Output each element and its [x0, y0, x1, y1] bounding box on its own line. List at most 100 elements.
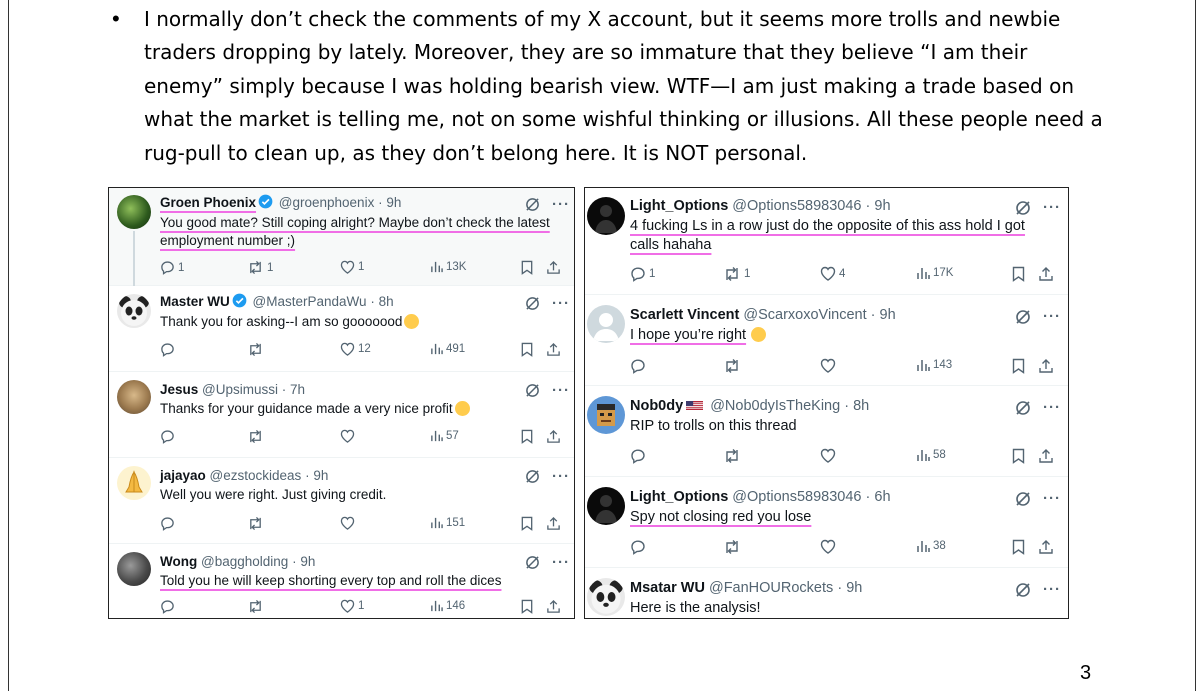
views-button[interactable]: 491 [430, 342, 465, 355]
avatar[interactable] [587, 578, 625, 616]
grok-icon[interactable] [525, 197, 540, 212]
timestamp[interactable]: 7h [290, 382, 305, 397]
reply-tweet[interactable]: Master WU @MasterPandaWu · 8h ··· Thank … [109, 286, 574, 372]
share-icon[interactable] [1038, 539, 1054, 555]
timestamp[interactable]: 9h [313, 468, 328, 483]
share-icon[interactable] [546, 429, 561, 444]
like-button[interactable] [340, 516, 358, 530]
author-handle[interactable]: @ezstockideas [210, 468, 302, 483]
avatar[interactable] [117, 380, 151, 414]
repost-button[interactable] [723, 448, 744, 464]
author-name[interactable]: Light_Options [630, 198, 728, 214]
views-button[interactable]: 13K [430, 260, 466, 273]
views-button[interactable]: 38 [916, 539, 946, 553]
repost-button[interactable] [723, 358, 744, 374]
author-name[interactable]: Light_Options [630, 489, 728, 505]
reply-tweet[interactable]: Msatar WU @FanHOURockets · 9h ··· Here i… [585, 568, 1068, 618]
author-handle[interactable]: @baggholding [201, 554, 288, 569]
timestamp[interactable]: 9h [386, 195, 401, 210]
more-options-icon[interactable]: ··· [1043, 309, 1061, 324]
reply-button[interactable] [160, 516, 178, 531]
avatar[interactable] [117, 552, 151, 586]
bookmark-icon[interactable] [1011, 266, 1026, 282]
author-name[interactable]: Wong [160, 554, 197, 569]
author-handle[interactable]: @Upsimussi [202, 382, 278, 397]
like-button[interactable]: 1 [340, 599, 364, 613]
author-handle[interactable]: @ScarxoxoVincent [743, 307, 866, 323]
reply-button[interactable] [160, 429, 178, 444]
author-name[interactable]: Groen Phoenix [160, 195, 256, 210]
author-handle[interactable]: @Options58983046 [732, 198, 861, 214]
author-name[interactable]: jajayao [160, 468, 206, 483]
views-button[interactable]: 58 [916, 448, 946, 462]
reply-button[interactable] [630, 358, 649, 374]
grok-icon[interactable] [525, 296, 540, 311]
like-button[interactable] [820, 448, 839, 463]
repost-button[interactable] [723, 539, 744, 555]
author-name[interactable]: Jesus [160, 382, 198, 397]
reply-button[interactable] [630, 448, 649, 464]
grok-icon[interactable] [525, 555, 540, 570]
views-button[interactable]: 146 [430, 599, 465, 612]
repost-button[interactable] [247, 429, 267, 444]
share-icon[interactable] [1038, 358, 1054, 374]
bookmark-icon[interactable] [520, 599, 534, 614]
author-name[interactable]: Scarlett Vincent [630, 307, 739, 323]
timestamp[interactable]: 9h [874, 198, 890, 214]
like-button[interactable]: 4 [820, 266, 845, 281]
more-options-icon[interactable]: ··· [552, 197, 570, 212]
grok-icon[interactable] [1015, 309, 1031, 325]
author-name[interactable]: Nob0dy [630, 398, 683, 414]
share-icon[interactable] [546, 260, 561, 275]
author-name[interactable]: Master WU [160, 294, 230, 309]
reply-tweet[interactable]: Groen Phoenix @groenphoenix · 9h ··· You… [109, 188, 574, 286]
author-handle[interactable]: @MasterPandaWu [253, 294, 367, 309]
more-options-icon[interactable]: ··· [552, 469, 570, 484]
share-icon[interactable] [546, 599, 561, 614]
reply-button[interactable]: 1 [160, 260, 184, 275]
bookmark-icon[interactable] [520, 516, 534, 531]
grok-icon[interactable] [1015, 491, 1031, 507]
avatar[interactable] [587, 487, 625, 525]
timestamp[interactable]: 6h [874, 489, 890, 505]
author-handle[interactable]: @groenphoenix [279, 195, 375, 210]
bookmark-icon[interactable] [520, 260, 534, 275]
avatar[interactable] [117, 294, 151, 328]
bookmark-icon[interactable] [520, 342, 534, 357]
more-options-icon[interactable]: ··· [552, 555, 570, 570]
reply-tweet[interactable]: Light_Options @Options58983046 · 9h ··· … [585, 188, 1068, 295]
more-options-icon[interactable]: ··· [1043, 582, 1061, 597]
avatar[interactable] [587, 305, 625, 343]
like-button[interactable] [340, 429, 358, 443]
share-icon[interactable] [546, 516, 561, 531]
like-button[interactable] [820, 539, 839, 554]
timestamp[interactable]: 9h [300, 554, 315, 569]
more-options-icon[interactable]: ··· [1043, 491, 1061, 506]
like-button[interactable] [820, 358, 839, 373]
repost-button[interactable] [247, 599, 267, 614]
repost-button[interactable] [247, 516, 267, 531]
avatar[interactable] [587, 396, 625, 434]
like-button[interactable]: 12 [340, 342, 371, 356]
reply-tweet[interactable]: Scarlett Vincent @ScarxoxoVincent · 9h ·… [585, 295, 1068, 386]
views-button[interactable]: 143 [916, 358, 952, 372]
avatar[interactable] [117, 466, 151, 500]
timestamp[interactable]: 8h [379, 294, 394, 309]
avatar[interactable] [117, 195, 151, 229]
more-options-icon[interactable]: ··· [1043, 200, 1061, 215]
author-handle[interactable]: @Options58983046 [732, 489, 861, 505]
grok-icon[interactable] [525, 469, 540, 484]
bookmark-icon[interactable] [1011, 539, 1026, 555]
author-handle[interactable]: @FanHOURockets [709, 580, 833, 596]
repost-button[interactable]: 1 [247, 260, 273, 275]
repost-button[interactable] [247, 342, 267, 357]
more-options-icon[interactable]: ··· [552, 296, 570, 311]
bookmark-icon[interactable] [1011, 358, 1026, 374]
author-handle[interactable]: @Nob0dyIsTheKing [710, 398, 840, 414]
timestamp[interactable]: 8h [853, 398, 869, 414]
grok-icon[interactable] [1015, 400, 1031, 416]
grok-icon[interactable] [525, 383, 540, 398]
like-button[interactable]: 1 [340, 260, 364, 274]
timestamp[interactable]: 9h [880, 307, 896, 323]
bookmark-icon[interactable] [1011, 448, 1026, 464]
